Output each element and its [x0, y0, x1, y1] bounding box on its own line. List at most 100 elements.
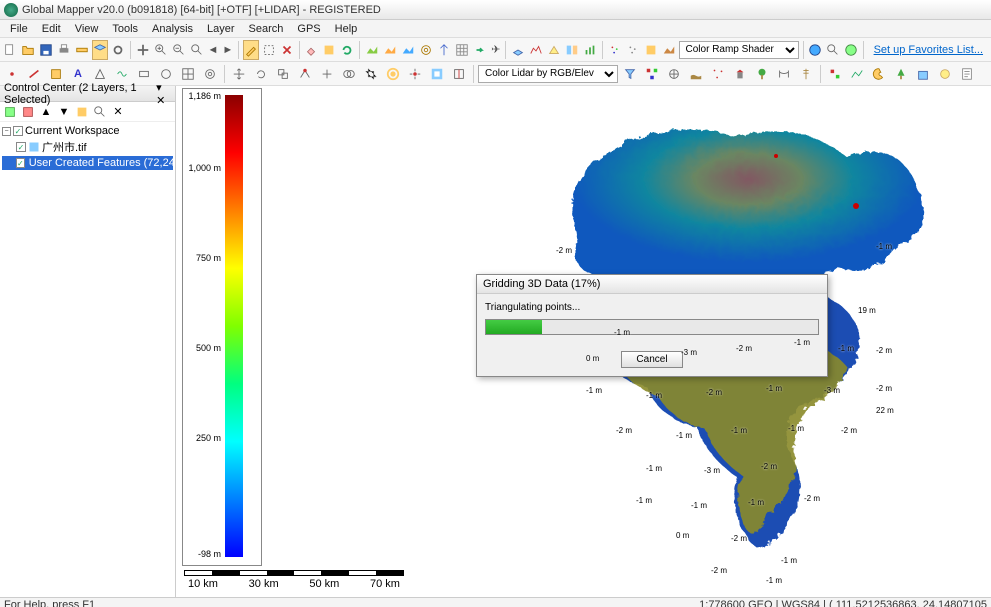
lidar-veg-icon[interactable]	[752, 64, 772, 84]
online-icon[interactable]	[843, 40, 859, 60]
rect-icon[interactable]	[134, 64, 154, 84]
move-icon[interactable]	[229, 64, 249, 84]
building-icon[interactable]	[913, 64, 933, 84]
contour-icon[interactable]	[418, 40, 434, 60]
lidar2-icon[interactable]	[625, 40, 641, 60]
ruler-icon[interactable]	[74, 40, 90, 60]
tree-root[interactable]: − ✓ Current Workspace	[2, 124, 173, 138]
scale-icon[interactable]	[273, 64, 293, 84]
layer-meta-icon[interactable]	[74, 104, 90, 120]
combine-icon[interactable]	[339, 64, 359, 84]
digitize-icon[interactable]	[243, 40, 259, 60]
menu-view[interactable]: View	[69, 22, 105, 36]
extract-icon[interactable]	[449, 64, 469, 84]
pan-icon[interactable]	[135, 40, 151, 60]
menu-gps[interactable]: GPS	[291, 22, 326, 36]
lidar-class-icon[interactable]	[642, 64, 662, 84]
add-layer-icon[interactable]	[2, 104, 18, 120]
lidar-ground-icon[interactable]	[686, 64, 706, 84]
snap-icon[interactable]	[405, 64, 425, 84]
point-icon[interactable]	[2, 64, 22, 84]
forward-icon[interactable]: ►	[221, 40, 234, 60]
grid-icon[interactable]	[454, 40, 470, 60]
expander-icon[interactable]: −	[2, 127, 11, 136]
layer-options-icon[interactable]	[321, 40, 337, 60]
terrain2-icon[interactable]	[382, 40, 398, 60]
layer-close-icon[interactable]: ✕	[110, 104, 126, 120]
compare-icon[interactable]	[564, 40, 580, 60]
favorites-link[interactable]: Set up Favorites List...	[868, 44, 989, 56]
lidar-filter-icon[interactable]	[620, 64, 640, 84]
checkbox[interactable]: ✓	[16, 142, 26, 152]
tree-item-features[interactable]: ✓ User Created Features (72,244 Features…	[2, 156, 173, 170]
menu-file[interactable]: File	[4, 22, 34, 36]
split-icon[interactable]	[317, 64, 337, 84]
island-icon[interactable]	[427, 64, 447, 84]
vertex-icon[interactable]	[295, 64, 315, 84]
print-icon[interactable]	[56, 40, 72, 60]
area-icon[interactable]	[46, 64, 66, 84]
lidar-color-dropdown[interactable]: Color Lidar by RGB/Elev	[478, 65, 618, 83]
buffer-icon[interactable]	[383, 64, 403, 84]
crop-icon[interactable]	[361, 64, 381, 84]
layer-zoom-icon[interactable]	[92, 104, 108, 120]
fly-icon[interactable]: ✈	[490, 40, 502, 60]
menu-help[interactable]: Help	[329, 22, 364, 36]
profile-icon[interactable]	[528, 40, 544, 60]
tree-icon[interactable]	[891, 64, 911, 84]
menu-analysis[interactable]: Analysis	[146, 22, 199, 36]
layer-down-icon[interactable]: ▼	[56, 104, 72, 120]
layer-tree[interactable]: − ✓ Current Workspace ✓ 广州市.tif ✓ User C…	[0, 122, 175, 597]
open-icon[interactable]	[20, 40, 36, 60]
zoom-out-icon[interactable]	[171, 40, 187, 60]
cogo-icon[interactable]	[90, 64, 110, 84]
line-icon[interactable]	[24, 64, 44, 84]
watershed-icon[interactable]	[436, 40, 452, 60]
text-icon[interactable]: A	[68, 64, 88, 84]
palette-icon[interactable]	[869, 64, 889, 84]
viewshed-icon[interactable]	[546, 40, 562, 60]
map-canvas[interactable]: 1,186 m 1,000 m 750 m 500 m 250 m -98 m …	[176, 86, 991, 597]
back-icon[interactable]: ◄	[207, 40, 220, 60]
new-icon[interactable]	[2, 40, 18, 60]
tree-item-raster[interactable]: ✓ 广州市.tif	[2, 138, 173, 156]
menu-search[interactable]: Search	[243, 22, 290, 36]
grid2-icon[interactable]	[178, 64, 198, 84]
lidar-pole-icon[interactable]	[796, 64, 816, 84]
lidar-building-icon[interactable]	[730, 64, 750, 84]
terrain3-icon[interactable]	[400, 40, 416, 60]
terrain-paint-icon[interactable]	[661, 40, 677, 60]
chart-icon[interactable]	[582, 40, 598, 60]
script-icon[interactable]	[957, 64, 977, 84]
trace-icon[interactable]	[112, 64, 132, 84]
zoom-in-icon[interactable]	[153, 40, 169, 60]
remove-layer-icon[interactable]	[20, 104, 36, 120]
range-ring-icon[interactable]	[200, 64, 220, 84]
layers-icon[interactable]	[92, 40, 108, 60]
globe-icon[interactable]	[807, 40, 823, 60]
select-icon[interactable]	[261, 40, 277, 60]
menu-layer[interactable]: Layer	[201, 22, 241, 36]
refresh-icon[interactable]	[339, 40, 355, 60]
redo-icon[interactable]	[472, 40, 488, 60]
shader-dropdown[interactable]: Color Ramp Shader	[679, 41, 799, 59]
checkbox[interactable]: ✓	[13, 126, 23, 136]
delete-icon[interactable]	[279, 40, 295, 60]
find-icon[interactable]	[825, 40, 841, 60]
histogram-icon[interactable]	[643, 40, 659, 60]
menu-edit[interactable]: Edit	[36, 22, 67, 36]
menu-tools[interactable]: Tools	[106, 22, 144, 36]
terrain1-icon[interactable]	[364, 40, 380, 60]
terrain-analysis-icon[interactable]	[847, 64, 867, 84]
lidar-powerline-icon[interactable]	[774, 64, 794, 84]
config-icon[interactable]	[110, 40, 126, 60]
zoom-full-icon[interactable]	[189, 40, 205, 60]
checkbox[interactable]: ✓	[16, 158, 25, 168]
feature-extract-icon[interactable]	[935, 64, 955, 84]
lidar1-icon[interactable]	[607, 40, 623, 60]
cancel-button[interactable]: Cancel	[621, 351, 682, 368]
lidar-noise-icon[interactable]	[708, 64, 728, 84]
eraser-icon[interactable]	[303, 40, 319, 60]
layer-up-icon[interactable]: ▲	[38, 104, 54, 120]
save-icon[interactable]	[38, 40, 54, 60]
